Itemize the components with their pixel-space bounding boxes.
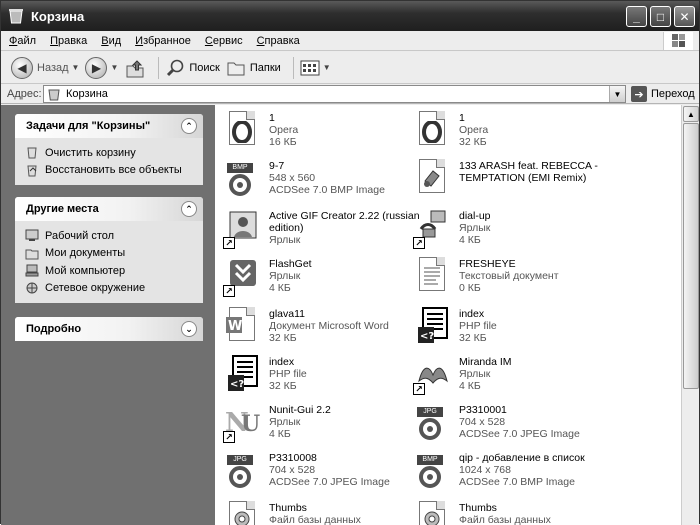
file-item[interactable]: 133 ARASH feat. REBECCA - TEMPTATION (EM…: [413, 157, 643, 205]
details-panel-header[interactable]: Подробно ⌄: [15, 317, 203, 341]
explorer-window: Корзина _ □ ✕ Файл Правка Вид Избранное …: [0, 0, 700, 525]
svg-text:<?: <?: [230, 379, 244, 390]
scroll-thumb[interactable]: [683, 123, 699, 389]
expand-icon[interactable]: ⌄: [181, 321, 197, 337]
collapse-icon[interactable]: ⌃: [181, 118, 197, 134]
back-button[interactable]: ◀ Назад ▼: [11, 56, 80, 79]
menu-bar: Файл Правка Вид Избранное Сервис Справка: [1, 31, 699, 51]
bmp-image-icon: BMP: [413, 451, 451, 491]
search-button[interactable]: Поиск: [165, 58, 220, 78]
title-bar[interactable]: Корзина _ □ ✕: [1, 1, 699, 31]
php-file-icon: <?: [413, 307, 451, 347]
address-value: Корзина: [66, 88, 108, 100]
menu-help[interactable]: Справка: [257, 35, 300, 47]
restore-all-link[interactable]: Восстановить все объекты: [25, 162, 203, 180]
close-button[interactable]: ✕: [674, 6, 695, 27]
window-title: Корзина: [31, 8, 85, 24]
forward-button[interactable]: ▶ ▼: [85, 56, 119, 79]
minimize-button[interactable]: _: [626, 6, 647, 27]
nunit-shortcut-icon: NU ↗: [223, 408, 261, 443]
tasks-panel-header[interactable]: Задачи для "Корзины" ⌃: [15, 114, 203, 138]
miranda-shortcut-icon: ↗: [413, 355, 451, 395]
opera-icon: [413, 111, 451, 151]
search-icon: [167, 59, 184, 76]
address-label: Адрес:: [7, 87, 42, 100]
toolbar-separator: [158, 56, 160, 79]
svg-text:U: U: [241, 411, 260, 435]
dialup-shortcut-icon: ↗: [413, 209, 451, 249]
desktop-link[interactable]: Рабочий стол: [25, 227, 203, 245]
up-folder-button[interactable]: [124, 57, 146, 79]
up-folder-icon: [126, 59, 144, 77]
network-places-link[interactable]: Сетевое окружение: [25, 280, 203, 298]
folders-button[interactable]: Папки: [226, 59, 281, 77]
flashget-shortcut-icon: ↗: [223, 257, 261, 297]
recycle-bin-icon: [47, 88, 61, 101]
collapse-icon[interactable]: ⌃: [181, 201, 197, 217]
svg-text:W: W: [228, 319, 242, 334]
address-dropdown-button[interactable]: ▼: [609, 86, 625, 102]
empty-recycle-bin-link[interactable]: Очистить корзину: [25, 144, 203, 162]
back-arrow-icon: ◀: [11, 56, 33, 79]
svg-text:<?: <?: [420, 331, 434, 342]
go-arrow-icon: ➔: [631, 86, 647, 102]
file-item[interactable]: ↗ Miranda IM Ярлык 4 КБ: [413, 353, 643, 401]
audio-file-icon: [413, 159, 451, 199]
task-pane: Задачи для "Корзины" ⌃ Очистить корзину …: [1, 105, 215, 525]
views-button[interactable]: ▼: [300, 59, 331, 77]
menu-edit[interactable]: Правка: [50, 35, 87, 47]
menu-tools[interactable]: Сервис: [205, 35, 243, 47]
opera-icon: [223, 111, 261, 151]
windows-logo-icon: [663, 32, 693, 50]
my-computer-icon: [25, 264, 39, 277]
file-list: 1 Opera 16 КБ 1 Opera 32 КБ BMP 9-7 548 x 560…: [215, 105, 681, 525]
toolbar-separator: [292, 56, 294, 79]
details-panel: Подробно ⌄: [15, 317, 203, 341]
desktop-icon: [25, 229, 39, 242]
forward-arrow-icon: ▶: [85, 56, 108, 79]
tasks-panel: Задачи для "Корзины" ⌃ Очистить корзину …: [15, 114, 203, 185]
jpeg-image-icon: JPG: [413, 403, 451, 443]
file-item[interactable]: BMP qip - добавление в список 1024 x 768 A…: [413, 449, 643, 497]
database-file-icon: [413, 501, 451, 525]
my-documents-icon: [25, 247, 39, 260]
bmp-image-icon: BMP: [223, 159, 261, 199]
chevron-down-icon: ▼: [110, 63, 119, 72]
network-icon: [25, 282, 39, 295]
menu-favorites[interactable]: Избранное: [135, 35, 191, 47]
my-computer-link[interactable]: Мой компьютер: [25, 262, 203, 280]
menu-view[interactable]: Вид: [101, 35, 121, 47]
chevron-down-icon: ▼: [322, 63, 331, 72]
file-item[interactable]: FRESHEYE Текстовый документ 0 КБ: [413, 255, 643, 303]
scroll-up-button[interactable]: ▲: [683, 106, 699, 122]
empty-bin-icon: [25, 146, 39, 159]
my-documents-link[interactable]: Мои документы: [25, 245, 203, 263]
gif-creator-shortcut-icon: ↗: [223, 209, 261, 249]
address-input[interactable]: Корзина ▼: [43, 85, 626, 103]
folders-icon: [227, 62, 245, 75]
jpeg-image-icon: JPG: [223, 451, 261, 491]
menu-file[interactable]: Файл: [9, 35, 36, 47]
database-file-icon: [223, 501, 261, 525]
file-item[interactable]: 1 Opera 32 КБ: [413, 109, 643, 157]
file-item[interactable]: JPG P3310001 704 x 528 ACDSee 7.0 JPEG Ima…: [413, 401, 643, 449]
other-places-panel-header[interactable]: Другие места ⌃: [15, 197, 203, 221]
toolbar: ◀ Назад ▼ ▶ ▼ Поиск Папки ▼: [1, 52, 699, 84]
views-icon: [300, 60, 320, 75]
file-item[interactable]: Thumbs Файл базы данных: [413, 499, 643, 525]
php-file-icon: <?: [223, 355, 261, 395]
file-item[interactable]: ↗ dial-up Ярлык 4 КБ: [413, 207, 643, 255]
address-bar: Адрес: Корзина ▼ ➔ Переход: [1, 84, 699, 104]
word-document-icon: W: [223, 307, 261, 347]
restore-icon: [25, 164, 39, 177]
maximize-button[interactable]: □: [650, 6, 671, 27]
file-item[interactable]: <? index PHP file 32 КБ: [413, 305, 643, 353]
go-button[interactable]: ➔ Переход: [631, 86, 695, 102]
chevron-down-icon: ▼: [71, 63, 80, 72]
vertical-scrollbar[interactable]: ▲: [681, 105, 699, 525]
other-places-panel: Другие места ⌃ Рабочий стол Мои документ…: [15, 197, 203, 303]
text-document-icon: [413, 257, 451, 297]
recycle-bin-icon: [7, 8, 25, 24]
